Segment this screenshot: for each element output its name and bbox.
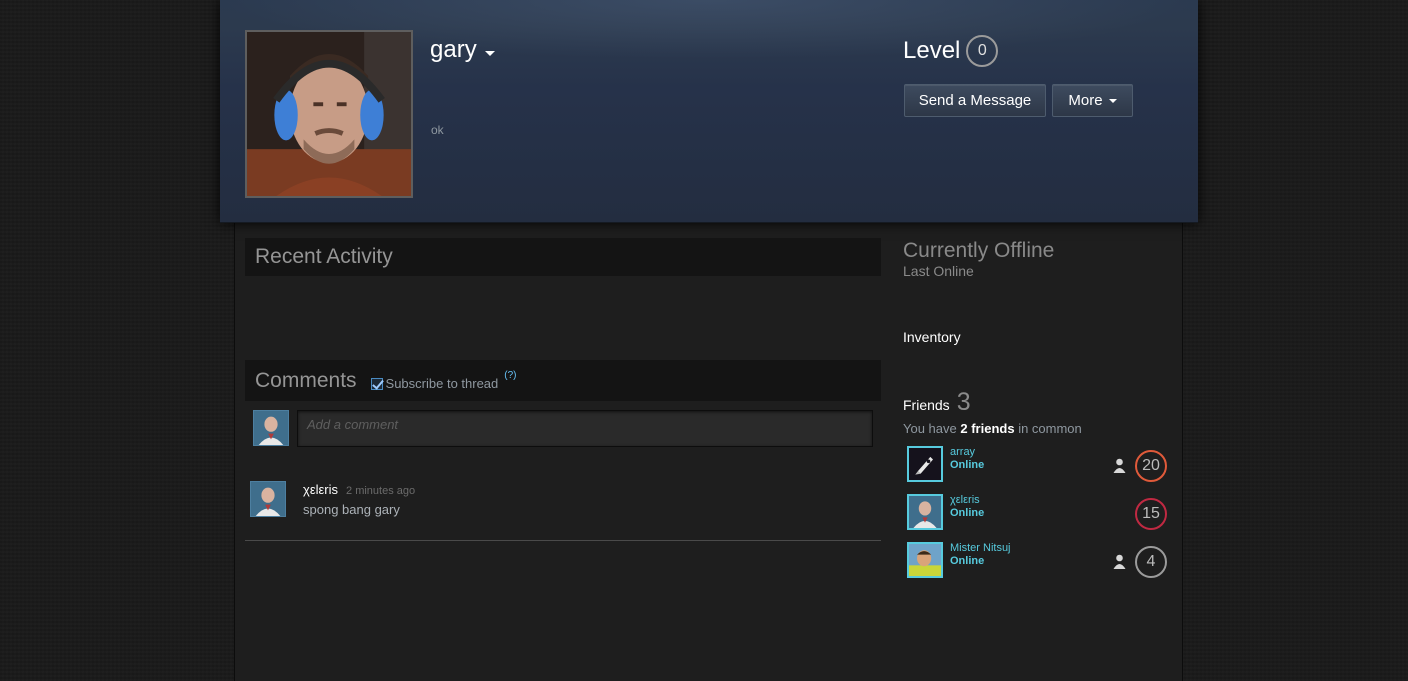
friend-status: Online: [950, 507, 985, 519]
recent-activity-header: Recent Activity: [245, 238, 881, 276]
friend-in-common-icon: [1113, 458, 1126, 473]
more-button[interactable]: More: [1052, 84, 1133, 117]
rocket-avatar-image: [909, 448, 941, 480]
common-prefix: You have: [903, 421, 957, 436]
comment-text: spong bang gary: [303, 502, 400, 517]
checkbox-checked-icon[interactable]: [370, 377, 383, 390]
friend-item[interactable]: Mister Nitsuj Online 4: [907, 542, 1169, 580]
divider: [245, 540, 881, 541]
friends-count: 3: [956, 388, 971, 416]
avatar-image: [251, 482, 285, 516]
profile-summary: ok: [431, 123, 444, 137]
subscribe-checkbox[interactable]: Subscribe to thread (?): [370, 370, 517, 391]
my-avatar[interactable]: [253, 410, 289, 446]
friend-status: Online: [950, 459, 985, 471]
chevron-down-icon: [484, 50, 495, 56]
common-suffix: in common: [1018, 421, 1082, 436]
profile-header: gary ok Level 0 Send a Message More: [220, 0, 1198, 223]
persona-name-dropdown[interactable]: gary: [430, 36, 495, 64]
common-count-link[interactable]: 2 friends: [960, 421, 1014, 436]
recent-activity-title: Recent Activity: [255, 245, 393, 268]
comments-title: Comments: [255, 368, 357, 392]
friend-name: χεlεris: [950, 494, 980, 506]
chevron-down-icon: [1108, 98, 1117, 103]
online-status: Currently Offline: [903, 239, 1055, 262]
friend-avatar: [907, 494, 943, 530]
friend-status: Online: [950, 555, 985, 567]
comments-header: Comments Subscribe to thread (?): [245, 360, 881, 401]
friend-level-badge: 15: [1135, 498, 1167, 530]
last-online: Last Online: [903, 263, 974, 279]
profile-level: Level 0: [903, 35, 999, 67]
friend-name: Mister Nitsuj: [950, 542, 1011, 554]
add-comment-input[interactable]: Add a comment: [297, 410, 873, 447]
help-link[interactable]: (?): [504, 370, 516, 381]
friend-name: array: [950, 446, 976, 458]
friend-in-common-icon: [1113, 554, 1126, 569]
send-message-label: Send a Message: [918, 92, 1032, 109]
comment-author-link[interactable]: χεlεris: [303, 482, 338, 497]
comment-header: χεlεris 2 minutes ago: [303, 482, 415, 497]
profile-photo-image: [247, 32, 411, 196]
persona-name: gary: [430, 36, 477, 63]
more-label: More: [1068, 92, 1103, 109]
friend-item[interactable]: array Online 20: [907, 446, 1169, 484]
friends-header[interactable]: Friends 3: [903, 388, 971, 417]
friends-label: Friends: [903, 397, 950, 413]
avatar-image: [909, 496, 941, 528]
level-label: Level: [903, 37, 961, 64]
avatar-image: [254, 411, 288, 445]
friends-in-common: You have 2 friends in common: [903, 421, 1082, 436]
friend-item[interactable]: χεlεris Online 15: [907, 494, 1169, 532]
inventory-link[interactable]: Inventory: [903, 329, 961, 345]
friend-level-badge: 20: [1135, 450, 1167, 482]
friend-avatar: [907, 446, 943, 482]
commenter-avatar[interactable]: [250, 481, 286, 517]
send-message-button[interactable]: Send a Message: [904, 84, 1046, 117]
friend-avatar: [907, 542, 943, 578]
subscribe-label: Subscribe to thread: [385, 376, 499, 391]
avatar-image: [909, 544, 941, 576]
comment-timestamp: 2 minutes ago: [346, 485, 416, 497]
profile-avatar: [245, 30, 413, 198]
friend-level-badge: 4: [1135, 546, 1167, 578]
level-badge: 0: [966, 35, 999, 67]
